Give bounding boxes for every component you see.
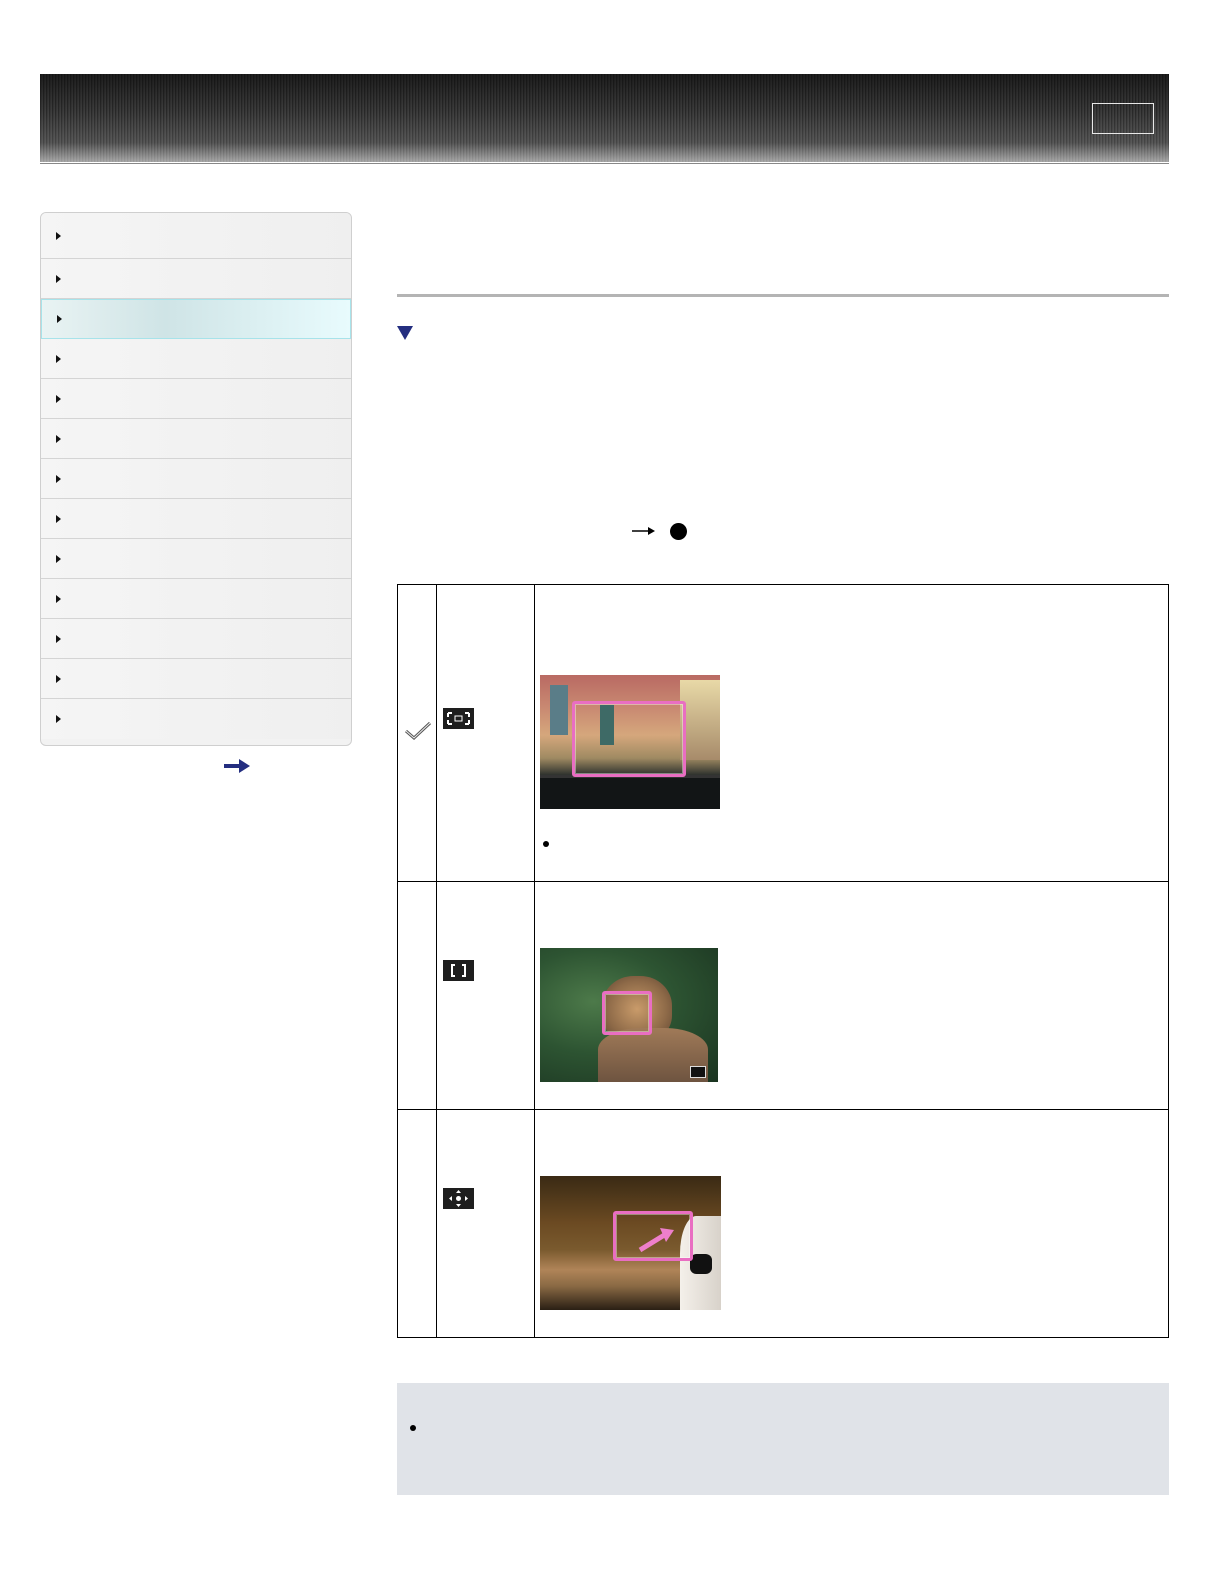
bullet-icon xyxy=(410,1425,416,1431)
focus-frame xyxy=(613,1211,693,1261)
caret-right-icon xyxy=(56,394,61,403)
sidebar-nav xyxy=(40,212,352,746)
gondola-canal-photo xyxy=(540,675,720,809)
sidebar-item-1[interactable] xyxy=(41,213,351,259)
flexible-spot-icon xyxy=(443,1188,474,1209)
sidebar-item-11[interactable] xyxy=(41,619,351,659)
filled-circle-icon xyxy=(670,523,687,540)
caret-right-icon xyxy=(56,715,61,723)
page-title xyxy=(397,250,1169,280)
arrow-right-icon xyxy=(632,527,655,535)
dog-photo xyxy=(540,1176,721,1310)
caret-right-icon xyxy=(56,514,61,523)
focus-mode-table xyxy=(397,584,1169,1338)
arrow-right-icon[interactable] xyxy=(224,759,250,773)
wide-focus-area-icon xyxy=(443,708,474,729)
caret-right-icon xyxy=(57,315,62,323)
sidebar-item-13[interactable] xyxy=(41,699,351,739)
caret-right-icon xyxy=(56,274,61,283)
sidebar-item-10[interactable] xyxy=(41,579,351,619)
cat-photo xyxy=(540,948,718,1082)
sidebar-item-3[interactable] xyxy=(41,299,351,339)
caret-right-icon xyxy=(56,434,61,443)
sidebar-item-12[interactable] xyxy=(41,659,351,699)
header-banner xyxy=(40,74,1169,162)
caret-right-icon xyxy=(56,674,61,683)
triangle-down-icon[interactable] xyxy=(397,326,413,340)
sidebar-item-9[interactable] xyxy=(41,539,351,579)
caret-right-icon xyxy=(56,594,61,603)
center-focus-area-icon xyxy=(443,960,474,981)
top-page-button[interactable] xyxy=(1092,103,1154,134)
sidebar-item-2[interactable] xyxy=(41,259,351,299)
caret-right-icon xyxy=(56,231,61,240)
note-box xyxy=(397,1383,1169,1495)
table-divider xyxy=(436,585,437,1337)
sidebar-item-8[interactable] xyxy=(41,499,351,539)
header-divider xyxy=(40,163,1169,164)
focus-frame xyxy=(572,701,686,777)
sidebar-item-7[interactable] xyxy=(41,459,351,499)
sidebar-item-5[interactable] xyxy=(41,379,351,419)
sidebar-item-4[interactable] xyxy=(41,339,351,379)
title-divider xyxy=(397,294,1169,297)
caret-right-icon xyxy=(56,634,61,643)
caret-right-icon xyxy=(56,474,61,483)
checkmark-icon xyxy=(405,721,432,741)
focus-frame xyxy=(602,991,652,1035)
table-divider xyxy=(398,881,1168,882)
table-divider xyxy=(398,1109,1168,1110)
sidebar-item-6[interactable] xyxy=(41,419,351,459)
table-divider xyxy=(534,585,535,1337)
caret-right-icon xyxy=(56,554,61,563)
bullet-icon xyxy=(543,841,549,847)
caret-right-icon xyxy=(56,354,61,363)
